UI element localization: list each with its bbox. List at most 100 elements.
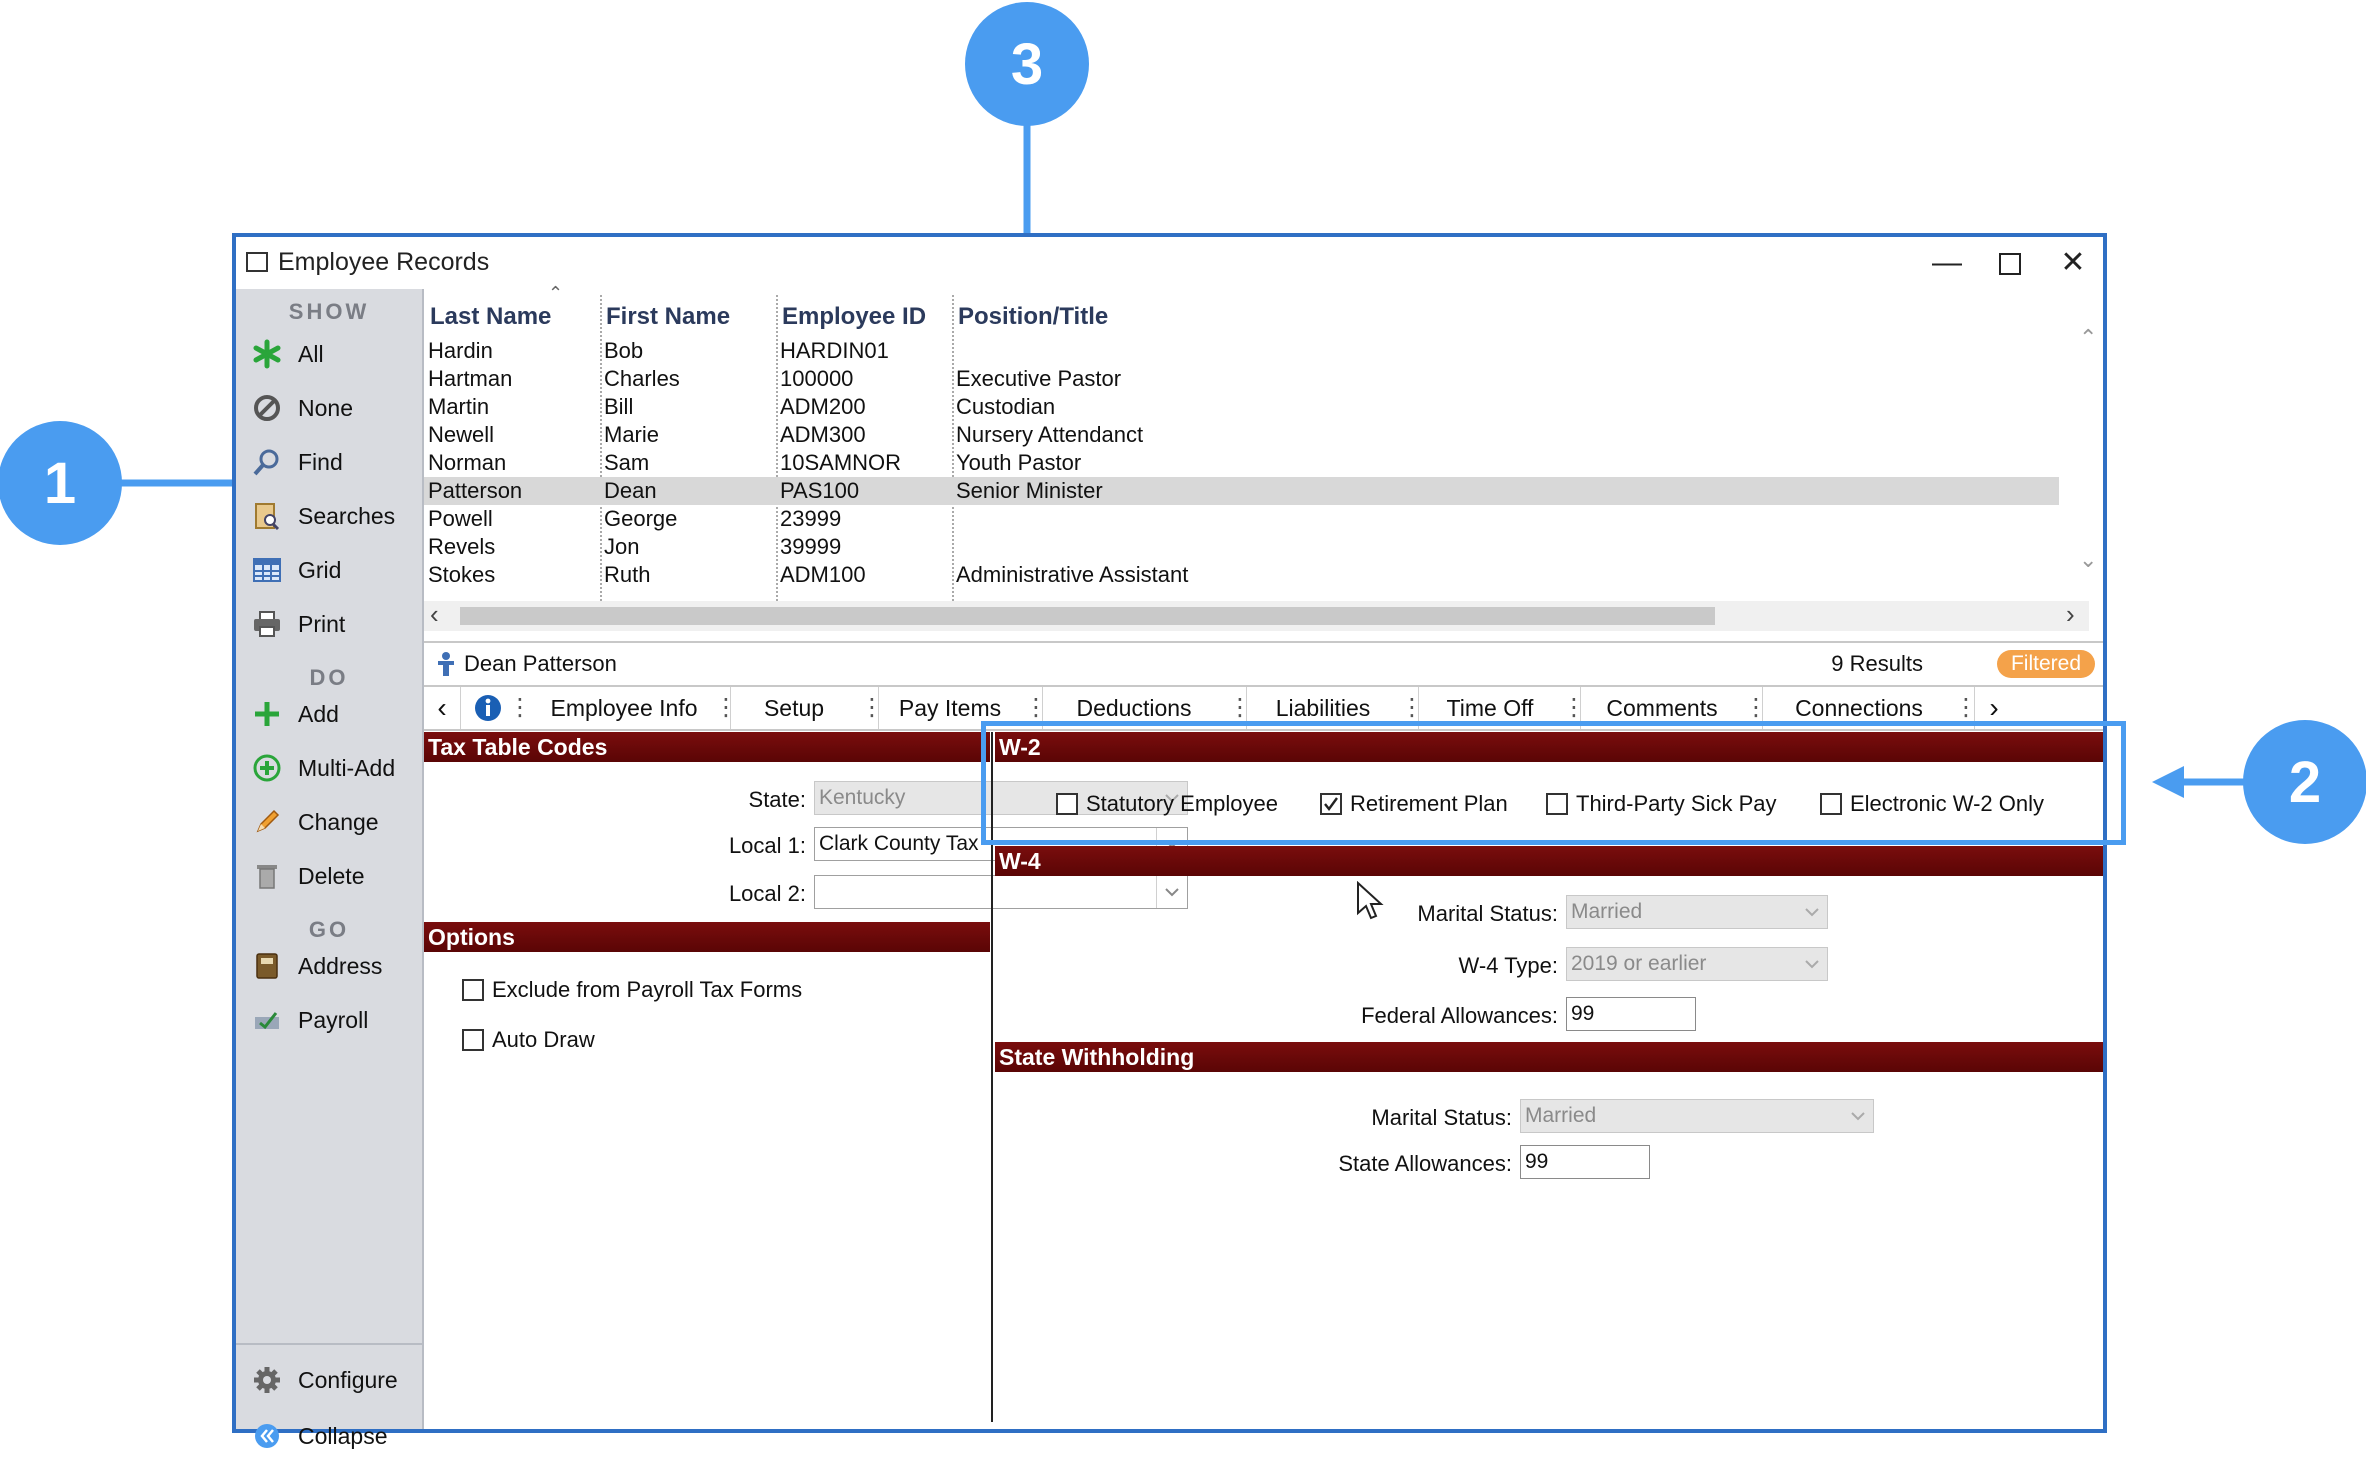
sidebar-item-label: Payroll	[298, 1006, 369, 1033]
cell-first-name: George	[604, 506, 678, 531]
checkbox-box[interactable]	[462, 979, 484, 1001]
sidebar-item-none[interactable]: None	[250, 385, 415, 431]
employee-grid: Last Name ⌃ First Name Employee ID Posit…	[424, 283, 2103, 637]
column-header-last-name[interactable]: Last Name	[430, 303, 551, 331]
state-allowances-label: State Allowances:	[1338, 1151, 1512, 1176]
sidebar-item-delete[interactable]: Delete	[250, 853, 415, 899]
column-header-position[interactable]: Position/Title	[958, 303, 1108, 331]
cell-employee-id: 100000	[780, 366, 854, 391]
cell-first-name: Bill	[604, 394, 634, 419]
w4-type-select[interactable]: 2019 or earlier	[1566, 947, 1828, 981]
state-marital-status-select[interactable]: Married	[1520, 1099, 1874, 1133]
cell-position: Nursery Attendanct	[956, 422, 1144, 447]
column-header-first-name[interactable]: First Name	[606, 303, 730, 331]
info-icon[interactable]	[468, 687, 508, 729]
sidebar-item-label: Print	[298, 610, 346, 637]
auto-draw-checkbox[interactable]: Auto Draw	[462, 1027, 595, 1053]
sidebar-item-change[interactable]: Change	[250, 799, 415, 845]
vertical-scrollbar[interactable]: ⌃ ⌄	[2075, 325, 2101, 585]
table-row[interactable]: Hartman Charles 100000 Executive Pastor	[424, 365, 2059, 393]
auto-draw-label: Auto Draw	[492, 1027, 595, 1052]
table-row[interactable]: Martin Bill ADM200 Custodian	[424, 393, 2059, 421]
filtered-badge[interactable]: Filtered	[1996, 650, 2095, 678]
sidebar-item-collapse[interactable]: Collapse	[250, 1413, 415, 1459]
maximize-button[interactable]	[1984, 243, 2036, 283]
table-row[interactable]: Norman Sam 10SAMNOR Youth Pastor	[424, 449, 2059, 477]
horizontal-scrollbar[interactable]: ‹ ›	[424, 599, 2089, 631]
sidebar-item-multi-add[interactable]: Multi-Add	[250, 745, 415, 791]
table-row[interactable]: Newell Marie ADM300 Nursery Attendanct	[424, 421, 2059, 449]
tab-employee-info[interactable]: Employee Info	[534, 687, 714, 729]
close-button[interactable]: ✕	[2047, 243, 2099, 283]
sidebar-item-label: Delete	[298, 862, 365, 889]
cell-position: Executive Pastor	[956, 366, 1122, 391]
checkbox-box[interactable]	[462, 1029, 484, 1051]
sidebar-item-print[interactable]: Print	[250, 601, 415, 647]
table-row[interactable]: Revels Jon 39999	[424, 533, 2059, 561]
table-row[interactable]: Patterson Dean PAS100 Senior Minister	[424, 477, 2059, 505]
cell-first-name: Ruth	[604, 562, 651, 587]
sidebar-item-address[interactable]: Address	[250, 943, 415, 989]
cell-first-name: Sam	[604, 450, 650, 475]
cell-position: Custodian	[956, 394, 1056, 419]
tab-setup[interactable]: Setup	[732, 687, 856, 729]
options-heading: Options	[424, 922, 990, 952]
sort-ascending-icon: ⌃	[548, 283, 564, 303]
sidebar-item-add[interactable]: Add	[250, 691, 415, 737]
tab-menu-icon[interactable]: ⋮	[1228, 693, 1252, 722]
w4-marital-status-select[interactable]: Married	[1566, 895, 1828, 929]
local2-select[interactable]	[814, 875, 1188, 909]
sidebar-item-label: Find	[298, 448, 343, 475]
chevron-down-icon	[1156, 876, 1187, 908]
table-row[interactable]: Stokes Ruth ADM100 Administrative Assistant	[424, 561, 2059, 589]
tab-menu-icon[interactable]: ⋮	[860, 693, 884, 722]
sidebar-item-payroll[interactable]: Payroll	[250, 997, 415, 1043]
tab-menu-icon[interactable]: ⋮	[1744, 693, 1768, 722]
state-marital-status-value: Married	[1525, 1104, 1597, 1127]
sidebar-item-label: Multi-Add	[298, 754, 396, 781]
w2-highlight-box	[981, 721, 2126, 845]
scroll-up-icon[interactable]: ⌃	[2079, 325, 2097, 351]
scroll-right-icon[interactable]: ›	[2066, 599, 2075, 630]
sidebar-item-searches[interactable]: Searches	[250, 493, 415, 539]
sidebar-item-label: Searches	[298, 502, 396, 529]
tab-menu-icon[interactable]: ⋮	[1400, 693, 1424, 722]
scroll-left-icon[interactable]: ‹	[430, 599, 439, 630]
cell-last-name: Powell	[428, 506, 493, 531]
table-row[interactable]: Powell George 23999	[424, 505, 2059, 533]
sidebar-item-label: Change	[298, 808, 379, 835]
tab-menu-icon[interactable]: ⋮	[1562, 693, 1586, 722]
horizontal-scroll-thumb[interactable]	[460, 607, 1715, 625]
scroll-down-icon[interactable]: ⌄	[2079, 547, 2097, 573]
minimize-button[interactable]: —	[1921, 243, 1973, 283]
state-allowances-input[interactable]: 99	[1520, 1145, 1650, 1179]
local1-label: Local 1:	[728, 833, 806, 858]
sidebar-item-grid[interactable]: Grid	[250, 547, 415, 593]
cell-employee-id: PAS100	[780, 478, 860, 503]
cell-position: Senior Minister	[956, 478, 1103, 503]
tab-menu-icon[interactable]: ⋮	[1024, 693, 1048, 722]
do-heading: DO	[309, 665, 349, 690]
sidebar-item-configure[interactable]: Configure	[250, 1357, 415, 1403]
status-bar: Dean Patterson 9 Results Filtered	[424, 641, 2103, 687]
tab-menu-icon[interactable]: ⋮	[714, 693, 738, 722]
sidebar-item-find[interactable]: Find	[250, 439, 415, 485]
state-marital-status-label: Marital Status:	[1371, 1105, 1512, 1130]
cell-last-name: Martin	[428, 394, 490, 419]
w4-type-value: 2019 or earlier	[1571, 952, 1707, 975]
printer-icon	[250, 607, 284, 641]
cell-first-name: Marie	[604, 422, 660, 447]
tab-menu-icon[interactable]: ⋮	[1954, 693, 1978, 722]
tab-menu-icon[interactable]: ⋮	[508, 693, 532, 722]
payroll-icon	[250, 1003, 284, 1037]
cell-position: Youth Pastor	[956, 450, 1082, 475]
exclude-payroll-tax-forms-checkbox[interactable]: Exclude from Payroll Tax Forms	[462, 977, 802, 1003]
sidebar-item-all[interactable]: All	[250, 331, 415, 377]
tab-scroll-left-icon[interactable]: ‹	[424, 687, 460, 729]
column-header-employee-id[interactable]: Employee ID	[782, 303, 926, 331]
trash-icon	[250, 859, 284, 893]
table-row[interactable]: Hardin Bob HARDIN01	[424, 337, 2059, 365]
federal-allowances-input[interactable]: 99	[1566, 997, 1696, 1031]
federal-allowances-label: Federal Allowances:	[1361, 1003, 1558, 1028]
mouse-cursor-icon	[1357, 881, 1384, 920]
